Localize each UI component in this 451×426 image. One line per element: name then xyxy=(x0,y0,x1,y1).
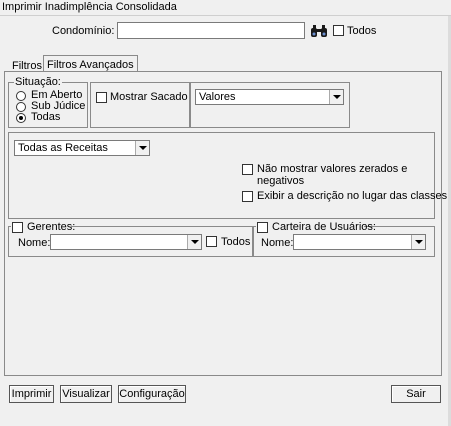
exibir-descricao-label: Exibir a descrição no lugar das classes. xyxy=(257,190,451,202)
chevron-down-icon[interactable] xyxy=(187,235,201,249)
receitas-select-value: Todas as Receitas xyxy=(18,142,108,154)
imprimir-button[interactable]: Imprimir xyxy=(9,385,54,403)
nao-mostrar-zerados-checkbox[interactable] xyxy=(242,164,253,175)
radio-todas-label: Todas xyxy=(31,111,61,123)
situacao-legend: Situação: xyxy=(14,76,62,88)
radio-em-aberto[interactable] xyxy=(16,91,26,101)
carteira-checkbox[interactable] xyxy=(257,222,268,233)
chevron-down-icon[interactable] xyxy=(135,141,149,155)
visualizar-button[interactable]: Visualizar xyxy=(60,385,112,403)
valores-select-value: Valores xyxy=(199,91,236,103)
exibir-descricao-checkbox[interactable] xyxy=(242,191,253,202)
window-title: Imprimir Inadimplência Consolidada xyxy=(2,1,177,13)
binoculars-search-button[interactable] xyxy=(308,21,330,40)
window-title-bar: Imprimir Inadimplência Consolidada xyxy=(0,0,451,16)
chevron-down-icon[interactable] xyxy=(411,235,425,249)
chevron-down-icon[interactable] xyxy=(329,90,343,104)
mostrar-sacado-checkbox[interactable] xyxy=(96,92,107,103)
carteira-nome-select[interactable] xyxy=(293,234,426,250)
gerentes-todos-label: Todos xyxy=(221,236,251,248)
gerentes-legend: Gerentes: xyxy=(27,221,76,233)
carteira-nome-label: Nome: xyxy=(261,237,294,249)
binoculars-icon xyxy=(311,24,327,37)
condominio-value xyxy=(119,24,223,37)
gerentes-checkbox[interactable] xyxy=(12,222,23,233)
gerentes-todos-checkbox[interactable] xyxy=(206,236,217,247)
tab-filtros-avancados[interactable]: Filtros Avançados xyxy=(43,55,138,72)
mostrar-sacado-label: Mostrar Sacado xyxy=(110,91,188,103)
radio-sub-judice[interactable] xyxy=(16,102,26,112)
condominio-label: Condomínio: xyxy=(52,25,115,37)
mostrar-sacado-group xyxy=(90,82,190,128)
todos-condominio-checkbox[interactable] xyxy=(333,25,344,36)
condominio-input[interactable] xyxy=(117,22,305,39)
receitas-select[interactable]: Todas as Receitas xyxy=(14,140,150,156)
radio-todas[interactable] xyxy=(16,113,26,123)
carteira-legend: Carteira de Usuários: xyxy=(272,221,376,233)
todos-condominio-label: Todos xyxy=(347,25,377,37)
sair-button[interactable]: Sair xyxy=(391,385,441,403)
gerentes-nome-select[interactable] xyxy=(50,234,202,250)
configuracao-button[interactable]: Configuração xyxy=(118,385,186,403)
gerentes-nome-label: Nome: xyxy=(18,237,51,249)
nao-mostrar-zerados-label: Não mostrar valores zerados e negativos xyxy=(257,163,408,187)
valores-select[interactable]: Valores xyxy=(195,89,344,105)
